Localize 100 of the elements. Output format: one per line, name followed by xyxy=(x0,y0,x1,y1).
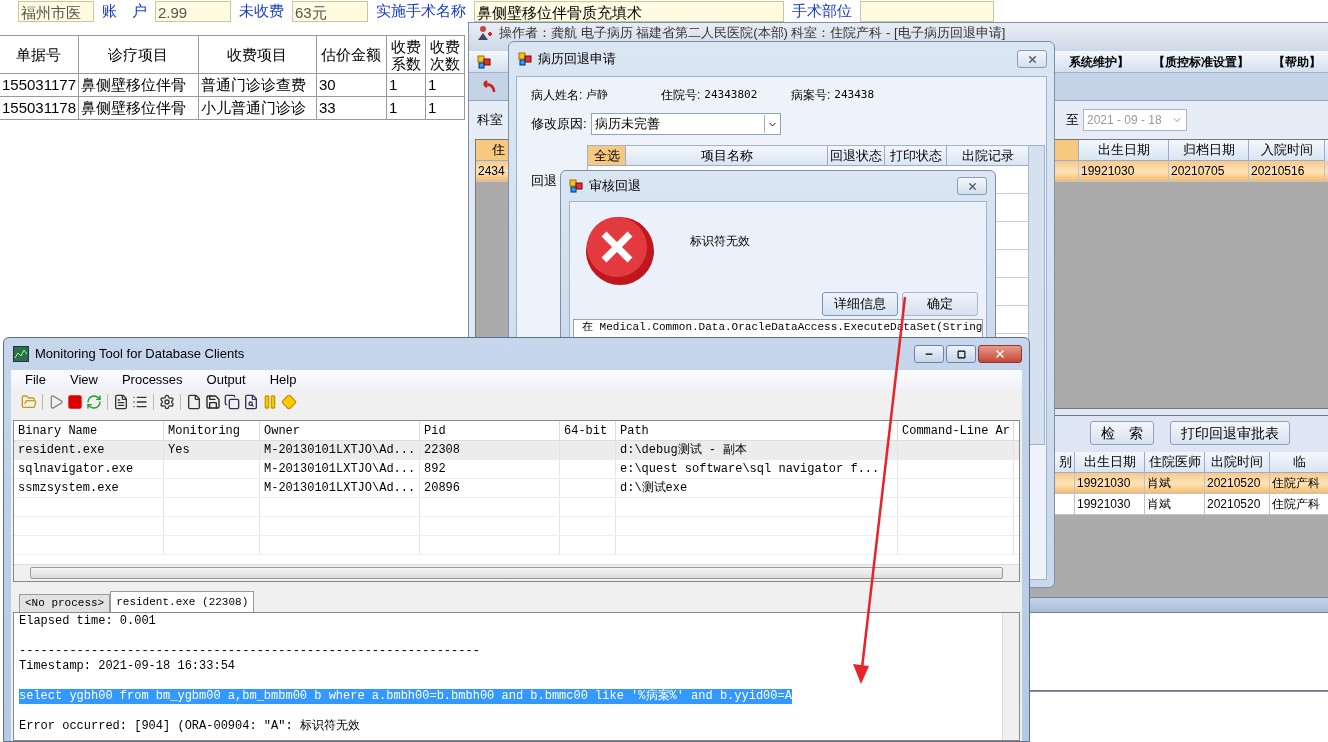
text-field[interactable]: 鼻侧壁移位伴骨质充填术 xyxy=(474,0,784,22)
table-cell-text: 19921030 xyxy=(1077,475,1131,492)
table-cell-text: resident.exe xyxy=(18,442,105,459)
window-title: 操作者：龚航 电子病历 福建省第二人民医院(本部) 科室：住院产科 - [电子病历回退申请] xyxy=(499,25,1006,40)
reason-dropdown[interactable]: 病历未完善 xyxy=(590,113,781,135)
action-button[interactable]: 检 索 xyxy=(1090,421,1154,445)
field-label: 住院号: xyxy=(661,87,701,104)
close-icon xyxy=(966,180,978,192)
save-icon[interactable] xyxy=(205,394,221,410)
tab[interactable]: <No process> xyxy=(19,594,111,612)
text-field[interactable]: 福州市医 xyxy=(18,0,94,22)
app-icon xyxy=(477,54,491,69)
close-button[interactable] xyxy=(957,177,987,195)
process-row[interactable]: ssmzsystem.exe M-20130101LXTJO\Ad... 20896 d:\测试exe xyxy=(14,479,1019,498)
column-header: 项目名称 xyxy=(626,146,828,166)
field-label: 病案号: xyxy=(791,87,831,104)
close-button[interactable] xyxy=(978,345,1022,363)
table-cell-text: 19921030 xyxy=(1077,496,1131,513)
column-header: 诊疗项目 xyxy=(78,35,199,74)
menu-item[interactable]: Output xyxy=(206,370,246,390)
dialog-title: 病历回退申请 xyxy=(538,50,616,69)
column-header: 收费项目 xyxy=(198,35,317,74)
dialog-button[interactable]: 确定 xyxy=(902,292,978,316)
menu-item[interactable]: 系统维护】 xyxy=(1069,52,1129,71)
doctor-icon xyxy=(477,25,493,41)
tab[interactable]: resident.exe (22308) xyxy=(110,591,255,612)
table-cell-text: ssmzsystem.exe xyxy=(18,480,119,497)
list-icon[interactable] xyxy=(132,394,148,410)
process-row[interactable]: sqlnavigator.exe M-20130101LXTJO\Ad... 892 e:\quest software\sql navigator f... xyxy=(14,460,1019,479)
table-cell-text: 892 xyxy=(424,461,446,478)
column-header: Command-Line Ar xyxy=(898,421,1014,440)
menu-item[interactable]: Help xyxy=(269,370,297,390)
file-icon[interactable] xyxy=(186,394,202,410)
table-cell-text: Yes xyxy=(168,442,190,459)
window-icon xyxy=(569,179,583,193)
table-cell-text: 2434 xyxy=(478,163,505,180)
scrollbar[interactable] xyxy=(1028,146,1044,444)
column-header: 全选 xyxy=(588,146,626,166)
column-header: Pid xyxy=(420,421,560,440)
settings-icon[interactable] xyxy=(159,394,175,410)
diamond-icon[interactable] xyxy=(281,394,297,410)
table-cell-text: sqlnavigator.exe xyxy=(18,461,134,478)
text-field[interactable] xyxy=(860,0,994,22)
field-label: 病人姓名: xyxy=(531,87,583,104)
dialog-title: 审核回退 xyxy=(589,177,641,196)
field-label: 回退 xyxy=(531,173,557,189)
menu-item[interactable]: 【帮助】 xyxy=(1273,52,1321,71)
column-header: Path xyxy=(616,421,898,440)
play-icon[interactable] xyxy=(48,394,64,410)
table-cell-text: M-20130101LXTJO\Ad... xyxy=(264,461,416,478)
table-cell-text: 20210520 xyxy=(1207,475,1261,492)
file-search-icon[interactable] xyxy=(243,394,259,410)
column-header: Monitoring xyxy=(164,421,260,440)
log-line: ---------------------------------------------------------------- xyxy=(19,644,480,659)
menu-item[interactable]: Processes xyxy=(121,370,183,390)
process-row[interactable]: resident.exe Yes M-20130101LXTJO\Ad... 22308 d:\debug测试 - 副本 xyxy=(14,441,1019,460)
menu-item[interactable]: View xyxy=(69,370,98,390)
table-cell-text: d:\debug测试 - 副本 xyxy=(620,442,748,459)
table-cell-text: 肖斌 xyxy=(1147,475,1171,492)
table-cell: 33 xyxy=(316,96,387,120)
field-label: 手术部位 xyxy=(792,0,852,21)
error-icon xyxy=(584,214,656,288)
field-label: 账 户 xyxy=(102,0,147,21)
document-icon[interactable] xyxy=(113,394,129,410)
column-header: Binary Name xyxy=(14,421,164,440)
chart-icon xyxy=(13,346,29,362)
close-button[interactable] xyxy=(1017,50,1047,68)
table-cell-text: 22308 xyxy=(424,442,460,459)
dialog-button[interactable]: 详细信息 xyxy=(822,292,898,316)
splitter-bar[interactable] xyxy=(1030,597,1328,613)
table-cell: 小儿普通门诊诊 xyxy=(198,96,317,120)
vertical-scrollbar[interactable] xyxy=(1002,613,1019,740)
folder-icon[interactable] xyxy=(21,394,37,410)
table-cell: 1 xyxy=(425,96,465,120)
menu-item[interactable]: File xyxy=(25,370,46,390)
action-button[interactable]: 打印回退审批表 xyxy=(1170,421,1290,445)
close-icon xyxy=(994,348,1006,360)
log-line: Timestamp: 2021-09-18 16:33:54 xyxy=(19,659,236,674)
refresh-icon[interactable] xyxy=(86,394,102,410)
maximize-icon xyxy=(956,349,966,359)
table-cell-text: 20210520 xyxy=(1207,496,1261,513)
field-value: 24343802 xyxy=(704,87,758,103)
field-value: 243438 xyxy=(834,87,875,103)
close-icon xyxy=(1026,53,1038,65)
table-cell: 鼻侧壁移位伴骨 xyxy=(78,96,199,120)
text-field[interactable]: 63元 xyxy=(292,0,368,22)
menu-item[interactable]: 【质控标准设置】 xyxy=(1153,52,1249,71)
minimize-button[interactable] xyxy=(914,345,944,363)
table-cell: 155031178 xyxy=(0,96,79,120)
log-line: Elapsed time: 0.001 xyxy=(19,614,156,629)
text-field[interactable]: 2.99 xyxy=(155,0,231,22)
table-cell-text: M-20130101LXTJO\Ad... xyxy=(264,442,416,459)
maximize-button[interactable] xyxy=(946,345,976,363)
table-cell: 30 xyxy=(316,73,387,97)
window-title: Monitoring Tool for Database Clients xyxy=(35,345,245,364)
table-cell-text: 肖斌 xyxy=(1147,496,1171,513)
table-cell-text: M-20130101LXTJO\Ad... xyxy=(264,480,416,497)
stop-icon[interactable] xyxy=(67,394,83,410)
copy-icon[interactable] xyxy=(224,394,240,410)
horizontal-scrollbar[interactable] xyxy=(14,564,1019,581)
